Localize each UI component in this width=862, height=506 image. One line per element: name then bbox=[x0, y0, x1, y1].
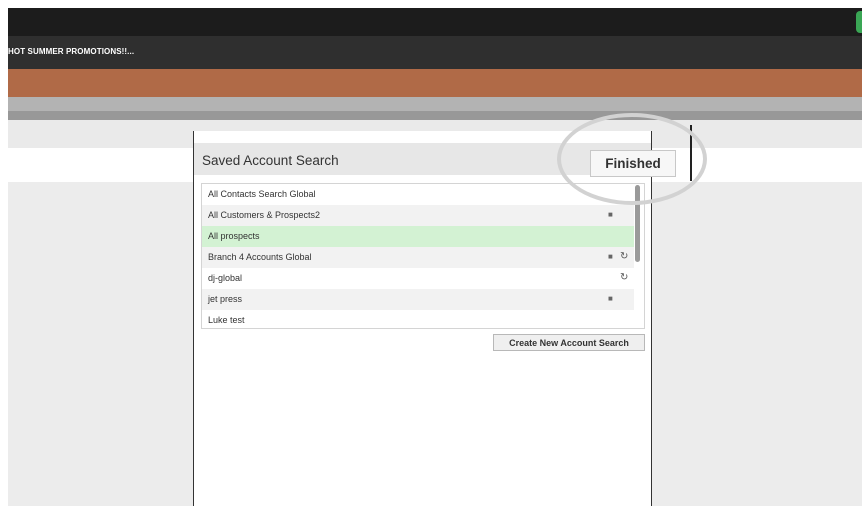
lock-icon: ■ bbox=[608, 210, 613, 219]
header-divider bbox=[690, 125, 692, 181]
left-panel bbox=[8, 182, 193, 506]
list-item[interactable]: dj-global ↻ bbox=[202, 268, 634, 289]
dialog-header: Saved Account Search bbox=[194, 143, 651, 175]
list-item-label: All Contacts Search Global bbox=[208, 189, 316, 199]
promo-bar: HOT SUMMER PROMOTIONS!!... bbox=[8, 36, 862, 69]
list-item-label: jet press bbox=[208, 294, 243, 304]
list-item-label: All prospects bbox=[208, 231, 260, 241]
refresh-icon: ↻ bbox=[620, 272, 629, 283]
list-scrollbar[interactable] bbox=[635, 185, 640, 262]
left-edge bbox=[0, 0, 8, 506]
list-item[interactable]: Branch 4 Accounts Global ■ ↻ bbox=[202, 247, 634, 268]
create-new-search-button[interactable]: Create New Account Search bbox=[493, 334, 645, 351]
list-item[interactable]: All Contacts Search Global bbox=[202, 184, 634, 205]
status-indicator[interactable] bbox=[856, 11, 862, 33]
list-item[interactable]: jet press ■ bbox=[202, 289, 634, 310]
promo-text[interactable]: HOT SUMMER PROMOTIONS!!... bbox=[8, 47, 134, 56]
toolbar-strip bbox=[8, 97, 862, 111]
list-item-label: Luke test bbox=[208, 315, 245, 325]
list-item-label: dj-global bbox=[208, 273, 243, 283]
dialog-title: Saved Account Search bbox=[202, 153, 339, 168]
right-panel bbox=[652, 182, 862, 506]
lock-icon: ■ bbox=[608, 252, 613, 261]
list-item[interactable]: Luke test bbox=[202, 310, 634, 328]
refresh-icon: ↻ bbox=[620, 251, 629, 262]
toolbar-divider bbox=[8, 111, 862, 120]
list-item[interactable]: All Customers & Prospects2 ■ bbox=[202, 205, 634, 226]
nav-bar bbox=[8, 69, 862, 97]
list-item[interactable]: All prospects bbox=[202, 226, 634, 247]
list-item-label: All Customers & Prospects2 bbox=[208, 210, 321, 220]
top-bar bbox=[8, 8, 862, 36]
list-item-label: Branch 4 Accounts Global bbox=[208, 252, 312, 262]
lock-icon: ■ bbox=[608, 294, 613, 303]
finished-button[interactable]: Finished bbox=[590, 150, 676, 177]
saved-search-list: All Contacts Search Global All Customers … bbox=[201, 183, 645, 329]
